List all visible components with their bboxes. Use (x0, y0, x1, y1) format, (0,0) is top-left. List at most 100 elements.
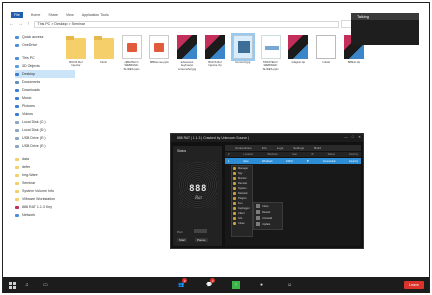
meeting-toolbar: ♫ ▭ 👥 2 💬 2 ↑ ● ☺ Leave (3, 277, 429, 293)
context-submenu: Close Restart Uninstall Update (253, 202, 283, 230)
folder-icon (15, 64, 19, 68)
port-input[interactable] (194, 229, 207, 233)
submenu-item[interactable]: Update (254, 221, 282, 227)
file-item[interactable]: 888rat-res.pptx (148, 35, 170, 71)
file-item[interactable]: Infostl (315, 35, 337, 71)
participants-button[interactable]: 👥 2 (178, 278, 188, 289)
leave-button[interactable]: Leave (404, 281, 424, 289)
sidebar-item[interactable]: 888 RAT 1.1.3 Key (15, 203, 75, 211)
windows-icon[interactable] (9, 281, 16, 289)
file-item[interactable]: advanced-keyboard-screenshot.jpg (176, 35, 198, 71)
pause-button[interactable]: Pause (195, 238, 208, 242)
sidebar-item-label: defer (22, 165, 31, 169)
column-header: IP (311, 153, 314, 156)
menu-item[interactable]: Application Tools (82, 13, 109, 17)
menu-item[interactable]: Home (31, 13, 41, 17)
folder-icon (15, 197, 19, 201)
rat-tab[interactable]: Connections (235, 146, 252, 150)
explorer-menubar: File Home Share View Application Tools (11, 11, 109, 18)
folder-icon (15, 213, 19, 217)
folder-icon (15, 43, 19, 47)
talking-video (351, 20, 419, 45)
folder-icon (15, 157, 19, 161)
sidebar-item[interactable]: Seminar (15, 179, 75, 187)
rat-title: 888 RAT | 1.1.3 | Cracked by Unknown Sou… (177, 136, 249, 140)
record-icon[interactable]: ● (260, 281, 263, 289)
file-item[interactable]: BOOS Ref Injector.zip (204, 35, 226, 71)
sidebar-item[interactable]: USB Drive (E:) (15, 134, 75, 142)
camera-icon[interactable]: ▭ (43, 281, 48, 289)
chat-button[interactable]: 💬 2 (206, 278, 216, 289)
file-name: ~$RATEGY-WEBINAR-SLIDES.pptx (123, 60, 140, 71)
menu-item[interactable]: File (11, 11, 23, 18)
sidebar-item[interactable]: System Volume Info (15, 187, 75, 195)
sidebar-item[interactable]: Img-Ware (15, 171, 75, 179)
folder-icon (15, 72, 19, 76)
file-grid: BOOS Ref Injector Florin ~$RATEGY-WEBINAR-… (65, 33, 365, 71)
sidebar-item-label: Seminar (22, 181, 36, 185)
client-cell: Auto (243, 159, 249, 163)
start-button[interactable]: Start (177, 238, 188, 242)
status-tab[interactable]: Status (177, 149, 186, 153)
sidebar-item-label: Local Disk (C:) (22, 120, 46, 124)
participants-count: 2 (182, 278, 188, 283)
context-menu: Manager Spy Monitor Remote System Network Plug… (231, 165, 253, 237)
file-item[interactable]: Icomsi-0.jpg (230, 33, 255, 71)
context-menu-item[interactable]: Close (232, 221, 252, 226)
blank-file-icon (316, 35, 337, 59)
sidebar-item-label: OneDrive (22, 43, 38, 47)
folder-icon (15, 56, 19, 60)
sidebar-item[interactable]: Music (15, 94, 75, 102)
file-item[interactable]: BOOS Ref Injector (65, 35, 87, 71)
sidebar-item[interactable]: Videos (15, 110, 75, 118)
maximize-icon[interactable]: □ (352, 135, 354, 139)
sidebar-item[interactable]: Documents (15, 78, 75, 86)
sidebar-item-label: Documents (22, 80, 41, 84)
rat-titlebar[interactable]: 888 RAT | 1.1.3 | Cracked by Unknown Sou… (171, 134, 363, 142)
sidebar-item[interactable]: Pictures (15, 102, 75, 110)
mic-icon[interactable]: ♫ (25, 281, 29, 289)
sidebar-item[interactable]: Downloads (15, 86, 75, 94)
minimize-icon[interactable]: — (344, 135, 348, 139)
sidebar-item-label: USB Drive (E:) (22, 136, 46, 140)
share-screen-button[interactable]: ↑ (232, 281, 240, 289)
sidebar-item[interactable]: data (15, 155, 75, 163)
menu-item[interactable]: Share (48, 13, 58, 17)
up-icon[interactable]: ↑ (27, 21, 30, 27)
rat-tab[interactable]: Logs (277, 146, 284, 150)
reactions-icon[interactable]: ☺ (287, 281, 292, 289)
rat-tab[interactable]: Info (262, 146, 267, 150)
sidebar-item[interactable]: VMware Workstation (15, 195, 75, 203)
forward-icon[interactable]: → (18, 21, 23, 27)
file-item[interactable]: ~$RATEGY-WEBINAR-SLIDES.pptx (121, 35, 143, 71)
file-name: BOOS Ref Injector.zip (208, 60, 222, 68)
address-text: This PC > Desktop > Seminar (37, 22, 86, 26)
folder-icon (15, 112, 19, 116)
rat-window[interactable]: 888 RAT | 1.1.3 | Cracked by Unknown Sou… (170, 133, 364, 249)
back-icon[interactable]: ← (9, 21, 14, 27)
column-header: Status (327, 153, 335, 156)
sidebar-item[interactable]: Local Disk (D:) (15, 126, 75, 134)
file-name: 888rat.zip (347, 60, 361, 64)
rat-logo-sub: Rat (195, 196, 202, 201)
sidebar-item[interactable]: USB Drive (E:) (15, 142, 75, 150)
folder-icon (15, 120, 19, 124)
rat-tab[interactable]: Settings (293, 146, 304, 150)
address-bar[interactable]: This PC > Desktop > Seminar (33, 20, 339, 28)
client-cell: 10Pro (286, 159, 294, 163)
close-icon[interactable]: ✕ (358, 135, 361, 139)
sidebar-item[interactable]: Local Disk (C:) (15, 118, 75, 126)
folder-icon (15, 144, 19, 148)
sidebar-item[interactable]: defer (15, 163, 75, 171)
file-item[interactable]: Islagrat.zip (288, 35, 310, 71)
folder-icon (15, 165, 19, 169)
client-cell: 1 (228, 159, 230, 163)
menu-item[interactable]: View (66, 13, 74, 17)
pdf-file-icon (149, 35, 170, 59)
rat-tab[interactable]: Build (314, 146, 321, 150)
file-name: Islagrat.zip (291, 60, 306, 64)
sidebar-item[interactable]: Network (15, 211, 75, 219)
file-item[interactable]: STRATEGY-WEBINAR-SLIDES.pptx (260, 35, 282, 71)
client-cell: Windows (262, 159, 273, 163)
file-item[interactable]: Florin (93, 35, 115, 71)
